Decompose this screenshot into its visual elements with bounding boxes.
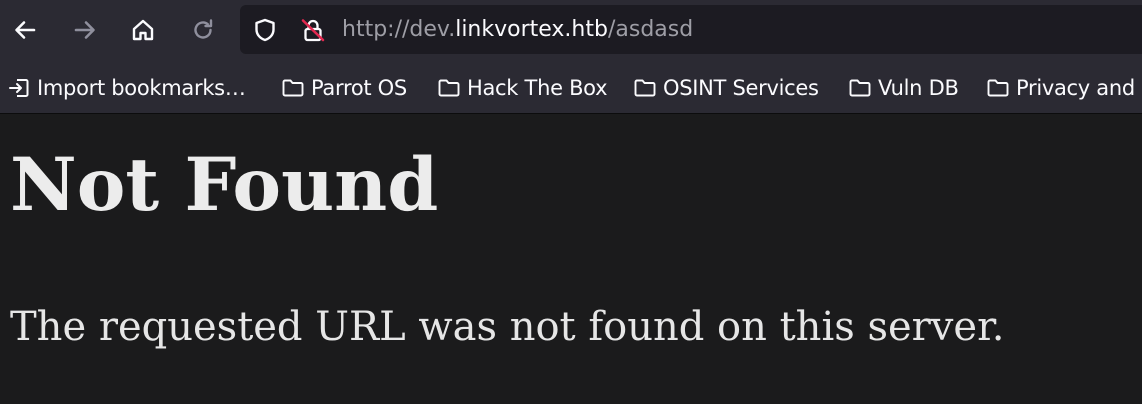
home-button[interactable] (125, 12, 161, 48)
page-heading: Not Found (10, 142, 439, 228)
bookmark-label: Vuln DB (878, 76, 959, 100)
bookmark-folder-osint-services[interactable]: OSINT Services (633, 74, 819, 102)
forward-button[interactable] (67, 12, 103, 48)
shield-icon[interactable] (252, 17, 278, 43)
folder-icon (438, 79, 460, 97)
url-text[interactable]: http://dev.linkvortex.htb/asdasd (342, 16, 693, 44)
home-icon (132, 19, 154, 41)
bookmark-label: OSINT Services (663, 76, 819, 100)
bookmark-label: Parrot OS (311, 76, 407, 100)
forward-arrow-icon (74, 21, 95, 39)
bookmark-label: Privacy and (1016, 76, 1135, 100)
bookmark-folder-vuln-db[interactable]: Vuln DB (848, 74, 959, 102)
address-bar[interactable]: http://dev.linkvortex.htb/asdasd (240, 5, 1142, 54)
bookmark-label: Import bookmarks… (37, 76, 246, 100)
error-message: The requested URL was not found on this … (10, 304, 1005, 350)
bookmark-label: Hack The Box (467, 76, 608, 100)
bookmark-import-bookmarks[interactable]: Import bookmarks… (7, 74, 246, 102)
reload-button[interactable] (185, 12, 221, 48)
bookmark-folder-hack-the-box[interactable]: Hack The Box (437, 74, 608, 102)
bookmarks-toolbar: Import bookmarks… Parrot OS Hack The Box… (0, 62, 1142, 114)
folder-icon (634, 79, 656, 97)
url-prefix: http://dev. (342, 17, 456, 42)
insecure-lock-icon[interactable] (300, 17, 326, 43)
navigation-toolbar: http://dev.linkvortex.htb/asdasd (0, 0, 1142, 62)
url-host: linkvortex.htb (455, 17, 608, 42)
folder-icon (282, 79, 304, 97)
bookmark-folder-privacy[interactable]: Privacy and (986, 74, 1135, 102)
back-button[interactable] (7, 12, 43, 48)
bookmark-folder-parrot-os[interactable]: Parrot OS (281, 74, 407, 102)
reload-icon (194, 19, 213, 39)
folder-icon (849, 79, 871, 97)
import-icon (9, 79, 29, 97)
back-arrow-icon (15, 21, 36, 39)
page-content: Not Found The requested URL was not foun… (0, 114, 1142, 404)
url-path: /asdasd (607, 17, 694, 42)
folder-icon (987, 79, 1009, 97)
